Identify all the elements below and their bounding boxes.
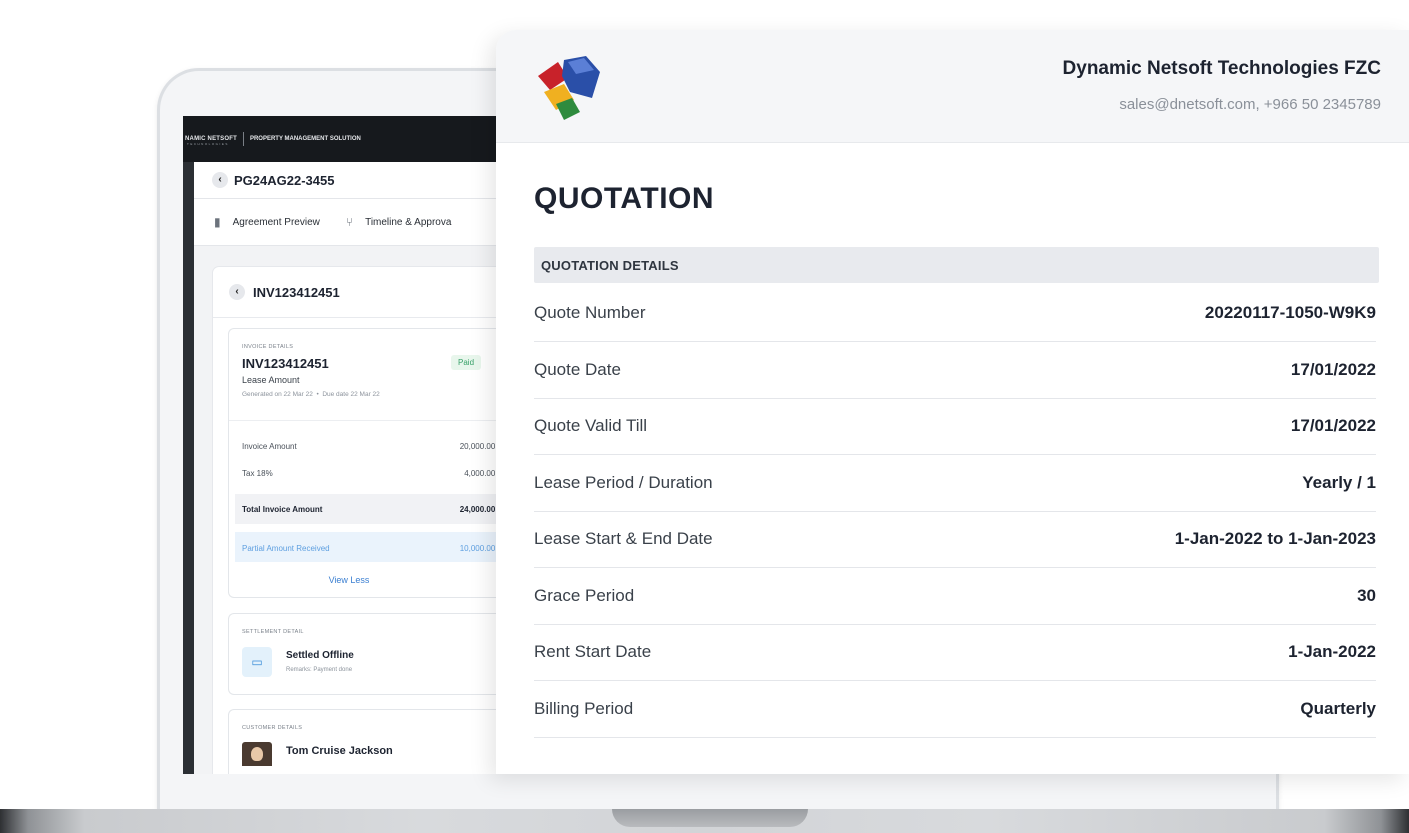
agreement-code: PG24AG22-3455: [234, 172, 335, 188]
row-value: 30: [1357, 585, 1376, 605]
partial-amount-row: Partial Amount Received 10,000.00 $: [242, 544, 503, 553]
customer-box: CUSTOMER DETAILS Tom Cruise Jackson: [228, 709, 503, 774]
partial-label: Partial Amount Received: [242, 544, 330, 553]
quotation-row: Quote Number 20220117-1050-W9K9: [534, 285, 1376, 342]
quotation-header: Dynamic Netsoft Technologies FZC sales@d…: [496, 30, 1409, 143]
total-label: Total Invoice Amount: [242, 505, 323, 514]
settlement-remarks: Remarks: Payment done: [286, 667, 353, 673]
tab-label: Agreement Preview: [232, 216, 320, 228]
invoice-details-label: INVOICE DETAILS: [242, 344, 294, 350]
row-label: Quote Date: [534, 359, 621, 379]
line-label: Invoice Amount: [242, 442, 297, 451]
back-button[interactable]: ‹: [212, 172, 228, 188]
view-less-link[interactable]: View Less: [229, 575, 469, 585]
row-value: 17/01/2022: [1290, 359, 1376, 379]
brand-subtext: TECHNOLOGIES: [187, 142, 229, 146]
tab-agreement-preview[interactable]: ▮ Agreement Preview: [214, 215, 320, 229]
line-label: Tax 18%: [242, 469, 273, 478]
row-value: Quarterly: [1300, 698, 1376, 718]
settlement-box: SETTLEMENT DETAIL ▭ Settled Offline Rema…: [228, 613, 503, 695]
invoice-line: Tax 18% 4,000.00 $: [242, 469, 503, 478]
cash-icon: ▭: [242, 647, 272, 677]
quotation-details-section: QUOTATION DETAILS: [534, 247, 1379, 283]
quotation-document: Dynamic Netsoft Technologies FZC sales@d…: [496, 30, 1409, 774]
settlement-title: Settled Offline: [286, 650, 354, 661]
quotation-row: Grace Period 30: [534, 568, 1376, 625]
row-label: Lease Period / Duration: [534, 472, 713, 492]
quotation-row: Billing Period Quarterly: [534, 681, 1376, 738]
section-title: QUOTATION DETAILS: [541, 257, 679, 273]
customer-label: CUSTOMER DETAILS: [242, 725, 303, 731]
row-label: Grace Period: [534, 585, 635, 605]
quotation-row: Quote Valid Till 17/01/2022: [534, 398, 1376, 455]
due-date: Due date 22 Mar 22: [322, 391, 380, 398]
tab-timeline-approval[interactable]: ⑂ Timeline & Approva: [346, 215, 452, 229]
quotation-row: Lease Start & End Date 1-Jan-2022 to 1-Ja…: [534, 511, 1376, 568]
row-value: 17/01/2022: [1290, 416, 1376, 435]
app-screen: NAMIC NETSOFT PROPERTY MANAGEMENT SOLUTI…: [183, 116, 503, 774]
quotation-row: Rent Start Date 1-Jan-2022: [534, 624, 1376, 681]
customer-name: Tom Cruise Jackson: [286, 745, 393, 757]
generated-date: Generated on 22 Mar 22: [242, 391, 313, 398]
settlement-label: SETTLEMENT DETAIL: [242, 629, 304, 635]
invoice-back-button[interactable]: ‹: [229, 284, 245, 300]
document-icon: ▮: [214, 215, 221, 229]
invoice-details-box: INVOICE DETAILS INV123412451 Paid Lease …: [228, 328, 503, 598]
row-label: Quote Number: [534, 303, 646, 322]
quotation-row: Quote Date 17/01/2022: [534, 342, 1376, 399]
row-label: Quote Valid Till: [534, 416, 648, 435]
company-name: Dynamic Netsoft Technologies FZC: [1062, 58, 1381, 79]
invoice-line: Invoice Amount 20,000.00 $: [242, 442, 503, 451]
invoice-card-header: ‹ INV123412451: [213, 267, 503, 318]
row-label: Rent Start Date: [534, 642, 652, 661]
agreement-panel: ‹ PG24AG22-3455 ▮ Agreement Preview ⑂ Ti…: [194, 162, 503, 774]
invoice-header-code: INV123412451: [253, 284, 340, 300]
chevron-left-icon: ‹: [218, 174, 222, 185]
invoice-number: INV123412451: [242, 356, 329, 371]
company-contact: sales@dnetsoft.com, +966 50 2345789: [1119, 96, 1381, 113]
page-title: QUOTATION: [534, 182, 715, 215]
quotation-row: Lease Period / Duration Yearly / 1: [534, 455, 1376, 512]
agreement-header: ‹ PG24AG22-3455: [194, 162, 503, 199]
row-value: 1-Jan-2022: [1288, 642, 1376, 661]
laptop-notch: [612, 809, 808, 827]
invoice-card: ‹ INV123412451 INVOICE DETAILS INV123412…: [213, 267, 503, 774]
row-value: 20220117-1050-W9K9: [1204, 303, 1376, 322]
invoice-type: Lease Amount: [242, 375, 300, 385]
row-label: Lease Start & End Date: [534, 529, 713, 548]
agreement-tabs: ▮ Agreement Preview ⑂ Timeline & Approva: [194, 199, 503, 246]
row-label: Billing Period: [534, 698, 634, 718]
tab-label: Timeline & Approva: [365, 216, 452, 228]
total-invoice-row: Total Invoice Amount 24,000.00 $: [242, 505, 503, 514]
branch-icon: ⑂: [345, 215, 354, 229]
row-value: 1-Jan-2022 to 1-Jan-2023: [1174, 529, 1376, 548]
invoice-dates: Generated on 22 Mar 22 • Due date 22 Mar…: [242, 391, 380, 398]
app-topbar: NAMIC NETSOFT PROPERTY MANAGEMENT SOLUTI…: [183, 116, 503, 162]
avatar: [242, 742, 272, 766]
chevron-left-icon: ‹: [235, 286, 239, 297]
divider: [229, 420, 503, 421]
status-badge: Paid: [451, 355, 482, 370]
row-value: Yearly / 1: [1302, 472, 1376, 492]
company-logo-icon: [538, 56, 600, 120]
app-title: PROPERTY MANAGEMENT SOLUTION: [249, 136, 361, 142]
topbar-divider: [242, 132, 244, 146]
